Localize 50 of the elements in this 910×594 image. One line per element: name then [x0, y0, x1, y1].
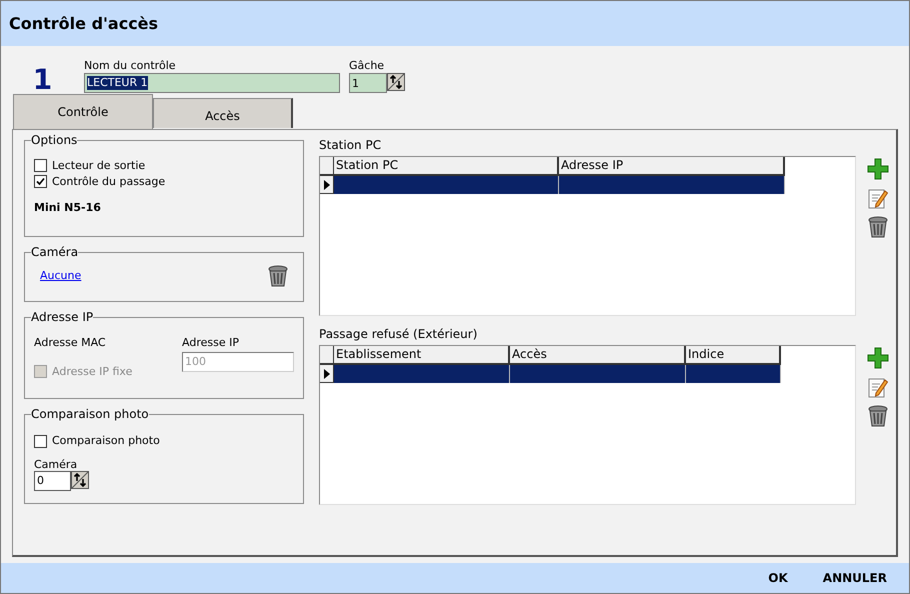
edit-icon[interactable] — [868, 376, 888, 398]
column-header[interactable]: Adresse IP — [559, 157, 785, 176]
group-title: Adresse IP — [31, 310, 94, 324]
spinner-icon[interactable] — [387, 73, 405, 91]
table-title: Station PC — [319, 138, 382, 152]
arrow-icon — [324, 180, 330, 190]
row-indicator[interactable] — [320, 365, 334, 383]
column-header[interactable]: Station PC — [334, 157, 559, 176]
table-title: Passage refusé (Extérieur) — [319, 327, 478, 341]
column-header[interactable]: Etablissement — [334, 346, 510, 365]
tab[interactable]: Accès — [153, 98, 293, 128]
field-label: Nom du contrôle — [84, 59, 177, 73]
field-label: Gâche — [349, 59, 386, 73]
column-header[interactable]: Accès — [510, 346, 686, 365]
trash-icon[interactable] — [268, 265, 288, 287]
trash-icon[interactable] — [868, 405, 888, 427]
add-icon[interactable] — [867, 347, 889, 369]
group-title: Options — [31, 133, 78, 147]
checkbox-label: Lecteur de sortie — [52, 159, 146, 172]
field-label: Caméra — [34, 458, 78, 470]
field-label: Adresse IP — [182, 335, 240, 351]
footer-button[interactable]: ANNULER — [822, 569, 887, 587]
edit-icon[interactable] — [868, 187, 888, 209]
group-title: Caméra — [31, 245, 78, 259]
footer-button[interactable]: OK — [768, 569, 788, 587]
trash-icon[interactable] — [868, 216, 888, 238]
gache-field[interactable]: 1 — [349, 73, 387, 93]
checkbox-label: Contrôle du passage — [52, 175, 166, 188]
grid-corner — [320, 157, 334, 176]
control-number: 1 — [32, 65, 54, 95]
grid-corner — [320, 346, 334, 365]
checkbox-label: Comparaison photo — [52, 433, 160, 449]
ip-field[interactable]: 100 — [182, 352, 294, 372]
spinner-icon[interactable] — [71, 470, 89, 488]
window-title: Contrôle d'accès — [9, 12, 158, 34]
group-title: Comparaison photo — [31, 407, 149, 421]
camera-link[interactable]: Aucune — [40, 269, 82, 283]
name-field[interactable]: LECTEUR 1 — [84, 73, 340, 93]
checkbox-label: Adresse IP fixe — [52, 364, 132, 380]
tab[interactable]: Contrôle — [13, 94, 153, 129]
column-header[interactable]: Indice — [686, 346, 781, 365]
checkbox[interactable] — [34, 434, 47, 448]
checkbox[interactable] — [34, 159, 47, 172]
add-icon[interactable] — [867, 158, 889, 180]
row-indicator[interactable] — [320, 176, 334, 194]
field-label: Adresse MAC — [34, 335, 106, 351]
arrow-icon — [324, 368, 330, 378]
model-name: Mini N5-16 — [34, 200, 102, 216]
camera-field[interactable]: 0 — [34, 470, 71, 490]
checkbox[interactable] — [34, 175, 47, 188]
